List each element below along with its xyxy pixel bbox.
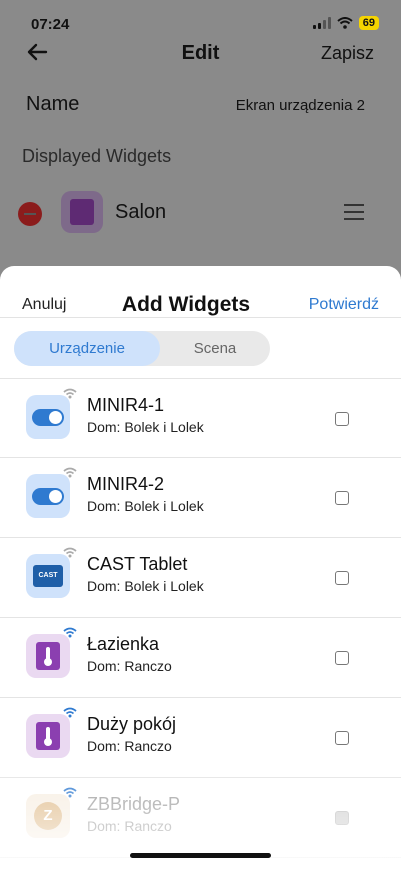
drag-handle-icon[interactable] bbox=[344, 204, 364, 220]
wifi-offline-icon bbox=[63, 547, 77, 558]
nav-bar: Edit Zapisz bbox=[0, 36, 401, 72]
remove-widget-icon[interactable] bbox=[18, 202, 42, 226]
wifi-offline-icon bbox=[63, 467, 77, 478]
device-name: CAST Tablet bbox=[87, 554, 188, 574]
add-widgets-sheet: Anuluj Add Widgets Potwierdź Urządzenie … bbox=[0, 266, 401, 869]
device-checkbox[interactable] bbox=[335, 811, 349, 825]
sheet-header: Anuluj Add Widgets Potwierdź bbox=[0, 266, 401, 318]
displayed-widget-row: Salon bbox=[0, 190, 401, 236]
widget-label: Salon bbox=[115, 201, 167, 223]
wifi-online-icon bbox=[63, 627, 77, 638]
name-label: Name bbox=[26, 93, 80, 115]
device-checkbox[interactable] bbox=[335, 571, 349, 585]
device-home: Dom: Ranczo bbox=[87, 818, 172, 834]
device-home: Dom: Bolek i Lolek bbox=[87, 419, 204, 435]
device-name: MINIR4-1 bbox=[87, 395, 165, 415]
wifi-online-icon bbox=[63, 787, 77, 798]
displayed-widgets-header: Displayed Widgets bbox=[22, 146, 172, 166]
device-checkbox[interactable] bbox=[335, 731, 349, 745]
name-value[interactable]: Ekran urządzenia 2 bbox=[236, 97, 365, 114]
tab-scena[interactable]: Scena bbox=[160, 331, 270, 366]
toggle-switch-icon bbox=[26, 474, 70, 518]
device-list-item[interactable]: MINIR4-1 Dom: Bolek i Lolek bbox=[0, 378, 401, 458]
device-list: MINIR4-1 Dom: Bolek i Lolek MINIR4-2 Dom… bbox=[0, 378, 401, 858]
status-bar: 07:24 69 bbox=[0, 0, 401, 40]
status-icons: 69 bbox=[312, 16, 379, 30]
device-name: MINIR4-2 bbox=[87, 474, 165, 494]
cast-tablet-icon: CAST bbox=[26, 554, 70, 598]
battery-indicator: 69 bbox=[358, 16, 379, 30]
thermometer-icon bbox=[26, 634, 70, 678]
cast-icon-text: CAST bbox=[33, 565, 63, 587]
device-home: Dom: Ranczo bbox=[87, 658, 172, 674]
thermometer-icon bbox=[61, 191, 103, 233]
wifi-offline-icon bbox=[63, 388, 77, 399]
cellular-signal-icon bbox=[312, 17, 331, 29]
device-name: Łazienka bbox=[87, 634, 160, 654]
device-checkbox[interactable] bbox=[335, 491, 349, 505]
device-list-item[interactable]: Łazienka Dom: Ranczo bbox=[0, 618, 401, 698]
name-row[interactable]: Name Ekran urządzenia 2 bbox=[0, 90, 401, 122]
device-name: Duży pokój bbox=[87, 714, 177, 734]
device-checkbox[interactable] bbox=[335, 651, 349, 665]
device-list-item[interactable]: Duży pokój Dom: Ranczo bbox=[0, 698, 401, 778]
device-list-item[interactable]: Z ZBBridge-P Dom: Ranczo bbox=[0, 778, 401, 858]
tab-urzadzenie[interactable]: Urządzenie bbox=[14, 331, 160, 366]
thermometer-icon bbox=[26, 714, 70, 758]
device-home: Dom: Bolek i Lolek bbox=[87, 498, 204, 514]
device-list-item[interactable]: CAST CAST Tablet Dom: Bolek i Lolek bbox=[0, 538, 401, 618]
home-indicator bbox=[130, 853, 271, 858]
status-time: 07:24 bbox=[31, 16, 70, 33]
zigbee-icon-text: Z bbox=[34, 802, 62, 830]
toggle-switch-icon bbox=[26, 395, 70, 439]
device-home: Dom: Ranczo bbox=[87, 738, 172, 754]
device-list-item[interactable]: MINIR4-2 Dom: Bolek i Lolek bbox=[0, 458, 401, 538]
device-checkbox[interactable] bbox=[335, 412, 349, 426]
device-name: ZBBridge-P bbox=[87, 794, 181, 814]
device-home: Dom: Bolek i Lolek bbox=[87, 578, 204, 594]
confirm-button[interactable]: Potwierdź bbox=[309, 296, 379, 314]
wifi-online-icon bbox=[63, 707, 77, 718]
zigbee-bridge-icon: Z bbox=[26, 794, 70, 838]
wifi-icon bbox=[337, 17, 353, 29]
save-button[interactable]: Zapisz bbox=[321, 43, 374, 64]
segmented-control: Urządzenie Scena bbox=[14, 331, 270, 366]
